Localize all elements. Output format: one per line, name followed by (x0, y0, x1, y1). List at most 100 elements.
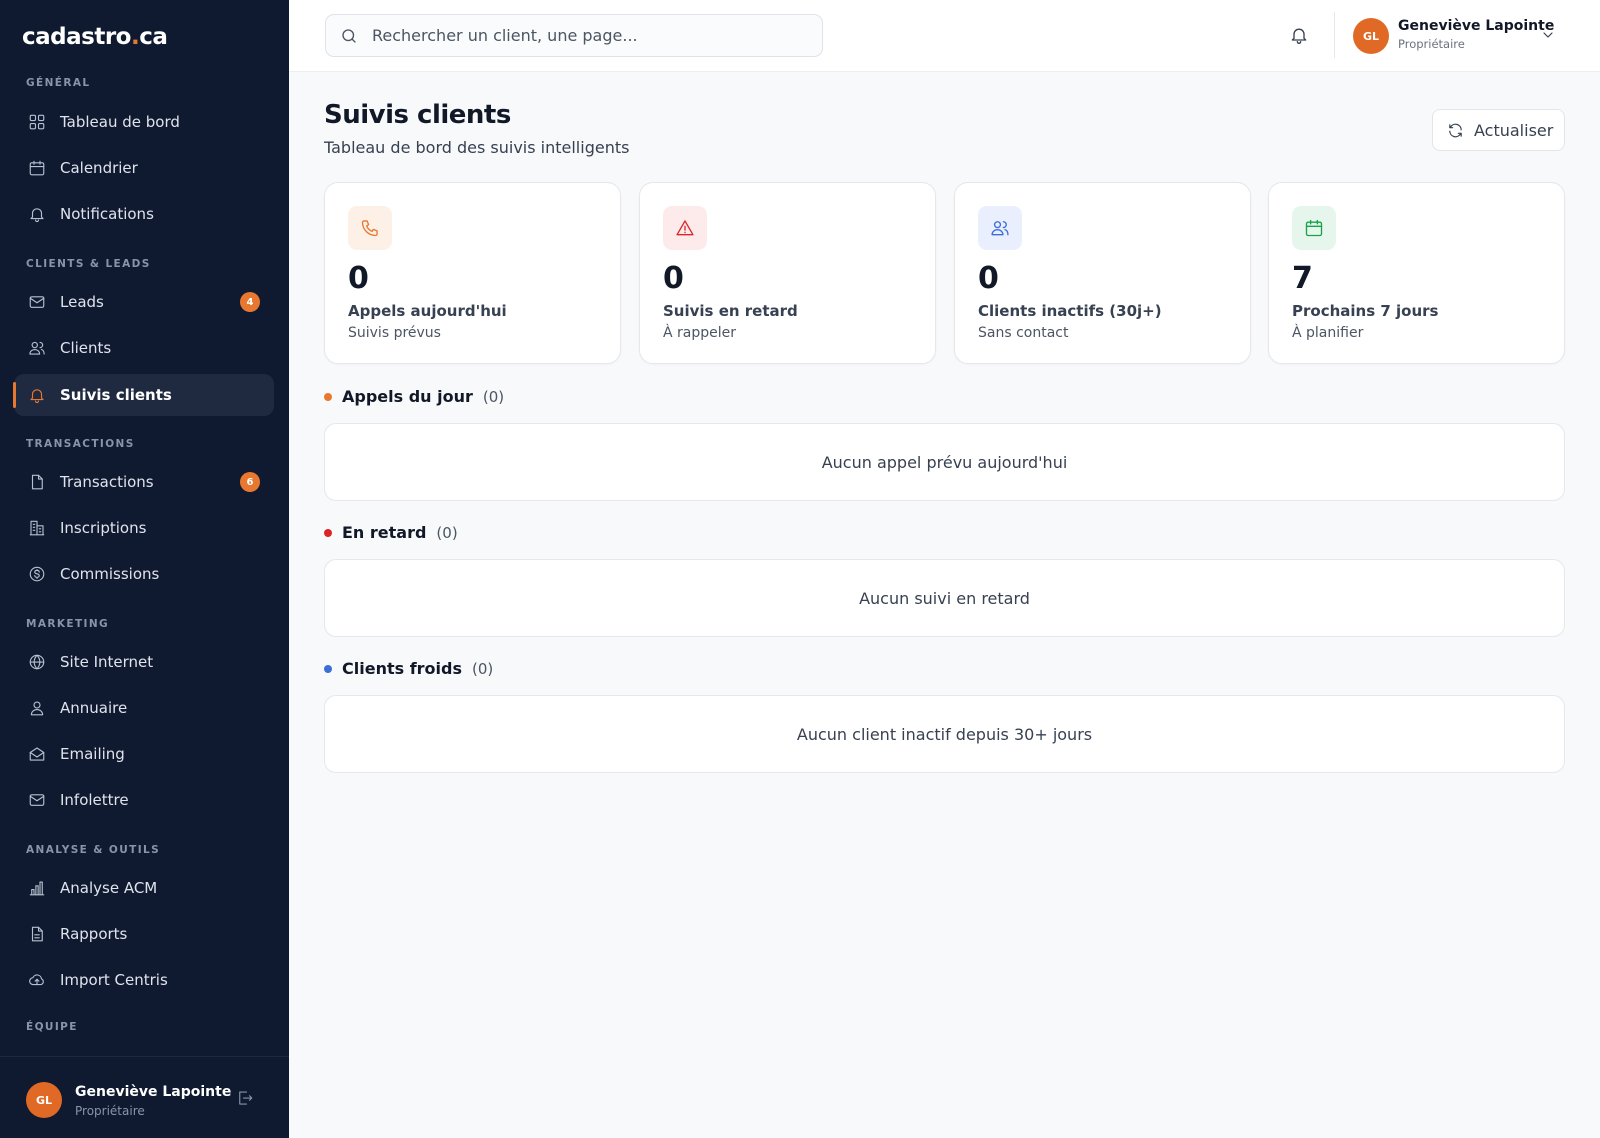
stat-label: Suivis en retard (663, 302, 798, 320)
users-icon (978, 206, 1022, 250)
sidebar-item-inscriptions[interactable]: Inscriptions (14, 507, 274, 549)
users-icon (27, 338, 47, 358)
section-title: Clients froids (342, 659, 462, 678)
section-count: (0) (482, 387, 505, 406)
sidebar-item-analyse-acm[interactable]: Analyse ACM (14, 867, 274, 909)
sidebar-item-label: Commissions (60, 565, 160, 583)
stat-value: 0 (663, 261, 684, 296)
dollar-icon (27, 564, 47, 584)
empty-state-clients-froids: Aucun client inactif depuis 30+ jours (324, 695, 1565, 773)
refresh-label: Actualiser (1474, 120, 1554, 140)
status-dot (324, 392, 332, 401)
brand-logo[interactable]: cadastro.ca (22, 24, 168, 50)
sidebar-item-label: Analyse ACM (60, 879, 158, 897)
sidebar-item-label: Import Centris (60, 971, 168, 989)
topbar: GL Geneviève Lapointe Propriétaire (289, 0, 1600, 72)
empty-state-appels: Aucun appel prévu aujourd'hui (324, 423, 1565, 501)
stat-subtitle: À rappeler (663, 325, 737, 341)
mail-icon (27, 292, 47, 312)
section-title: En retard (342, 523, 427, 542)
calendar-icon (27, 158, 47, 178)
sidebar-item-infolettre[interactable]: Infolettre (14, 779, 274, 821)
user-role: Propriétaire (1398, 37, 1465, 51)
file-icon (27, 472, 47, 492)
sidebar-item-label: Suivis clients (60, 386, 172, 404)
refresh-button[interactable]: Actualiser (1432, 109, 1565, 151)
stat-card-retard: 0 Suivis en retard À rappeler (639, 182, 936, 364)
sidebar-item-calendrier[interactable]: Calendrier (14, 147, 274, 189)
user-name: Geneviève Lapointe (1398, 18, 1555, 34)
section-title-marketing: MARKETING (26, 618, 110, 630)
report-icon (27, 924, 47, 944)
bar-chart-icon (27, 878, 47, 898)
sidebar-item-site-internet[interactable]: Site Internet (14, 641, 274, 683)
count-badge: 6 (240, 472, 260, 492)
grid-icon (27, 112, 47, 132)
sidebar-item-emailing[interactable]: Emailing (14, 733, 274, 775)
stat-subtitle: Suivis prévus (348, 325, 441, 341)
section-title-analyse: ANALYSE & OUTILS (26, 844, 161, 856)
stat-card-inactifs: 0 Clients inactifs (30j+) Sans contact (954, 182, 1251, 364)
section-title-transactions: TRANSACTIONS (26, 438, 135, 450)
user-name: Geneviève Lapointe (75, 1084, 232, 1100)
stat-subtitle: À planifier (1292, 325, 1364, 341)
empty-message: Aucun appel prévu aujourd'hui (821, 452, 1068, 472)
avatar: GL (1353, 18, 1389, 54)
search-bar[interactable] (325, 14, 823, 57)
sidebar-item-label: Calendrier (60, 159, 138, 177)
sidebar-item-label: Infolettre (60, 791, 129, 809)
sidebar-item-transactions[interactable]: Transactions 6 (14, 461, 274, 503)
alert-triangle-icon (663, 206, 707, 250)
phone-icon (348, 206, 392, 250)
sidebar-item-label: Site Internet (60, 653, 154, 671)
bell-icon (27, 385, 47, 405)
status-dot (324, 528, 332, 537)
sidebar-item-import-centris[interactable]: Import Centris (14, 959, 274, 1001)
page-title: Suivis clients (324, 100, 511, 130)
logout-icon (239, 1091, 253, 1105)
sidebar-item-annuaire[interactable]: Annuaire (14, 687, 274, 729)
sidebar-item-label: Rapports (60, 925, 128, 943)
notifications-button[interactable] (1289, 25, 1311, 47)
sidebar-item-label: Inscriptions (60, 519, 147, 537)
mail-open-icon (27, 744, 47, 764)
section-header-clients-froids: Clients froids (0) (324, 659, 493, 678)
user-icon (27, 698, 47, 718)
stat-card-appels: 0 Appels aujourd'hui Suivis prévus (324, 182, 621, 364)
section-header-appels: Appels du jour (0) (324, 387, 504, 406)
sidebar-user-profile: GL Geneviève Lapointe Propriétaire (0, 1056, 289, 1138)
stat-label: Appels aujourd'hui (348, 302, 507, 320)
sidebar-item-notifications[interactable]: Notifications (14, 193, 274, 235)
empty-message: Aucun suivi en retard (859, 588, 1030, 608)
stat-value: 7 (1292, 261, 1313, 296)
stat-label: Clients inactifs (30j+) (978, 302, 1162, 320)
empty-state-retard: Aucun suivi en retard (324, 559, 1565, 637)
section-title-clients: CLIENTS & LEADS (26, 258, 151, 270)
sidebar-item-rapports[interactable]: Rapports (14, 913, 274, 955)
sidebar-item-tableau-de-bord[interactable]: Tableau de bord (14, 101, 274, 143)
sidebar-item-suivis-clients[interactable]: Suivis clients (13, 374, 274, 416)
avatar[interactable]: GL (26, 1082, 62, 1118)
page-subtitle: Tableau de bord des suivis intelligents (324, 138, 630, 157)
search-input[interactable] (372, 26, 792, 45)
sidebar: cadastro.ca GÉNÉRAL Tableau de bord Cale… (0, 0, 289, 1138)
sidebar-item-leads[interactable]: Leads 4 (14, 281, 274, 323)
stat-card-prochains: 7 Prochains 7 jours À planifier (1268, 182, 1565, 364)
calendar-icon (1292, 206, 1336, 250)
sidebar-item-label: Transactions (60, 473, 154, 491)
sidebar-item-label: Emailing (60, 745, 125, 763)
sidebar-item-label: Clients (60, 339, 112, 357)
bell-icon (27, 204, 47, 224)
sidebar-item-label: Leads (60, 293, 104, 311)
mail-icon (27, 790, 47, 810)
sidebar-item-commissions[interactable]: Commissions (14, 553, 274, 595)
status-dot (324, 664, 332, 673)
logout-button[interactable] (236, 1089, 256, 1109)
chevron-down-icon (1540, 27, 1556, 47)
sidebar-item-clients[interactable]: Clients (14, 327, 274, 369)
cloud-upload-icon (27, 970, 47, 990)
user-menu[interactable]: GL Geneviève Lapointe Propriétaire (1353, 14, 1573, 58)
user-role: Propriétaire (75, 1104, 145, 1118)
section-count: (0) (472, 659, 494, 678)
count-badge: 4 (240, 292, 260, 312)
